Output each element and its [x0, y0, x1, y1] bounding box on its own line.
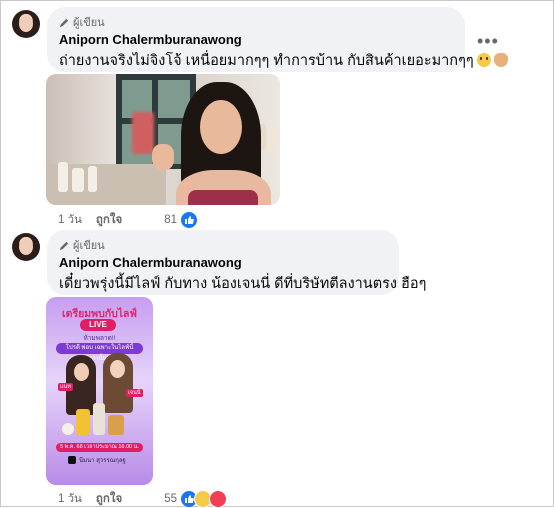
avatar[interactable] — [12, 10, 40, 38]
live-promo-poster[interactable]: เตรียมพบกับไลฟ์ LIVE ห้ามพลาด!! โปรดี พ่… — [46, 297, 153, 485]
comment-text: เดี๋ยวพรุ่งนี้มีไลฟ์ กับทาง น้องเจนนี่ ด… — [59, 276, 427, 292]
comment-author[interactable]: Aniporn Chalermburanawong — [59, 255, 387, 270]
comment-bubble: ผู้เขียน Aniporn Chalermburanawong เดี๋ย… — [47, 230, 427, 295]
love-reaction-icon[interactable] — [209, 490, 227, 508]
poster-subhead: ห้ามพลาด!! — [83, 335, 116, 342]
comment-photo[interactable] — [46, 74, 280, 205]
product-jar — [62, 423, 74, 435]
presenter-tag: แนท — [58, 383, 73, 391]
poster-date: 5 พ.ค. 68 เวลาประมาณ 16.00 น. — [56, 443, 143, 452]
comment-time[interactable]: 1 วัน — [58, 490, 82, 508]
comments-panel: ผู้เขียน Aniporn Chalermburanawong ถ่ายง… — [0, 0, 554, 508]
avatar[interactable] — [12, 233, 40, 261]
live-badge: LIVE — [80, 319, 116, 331]
comment-text-content: ถ่ายงานจริงไม่จิงโจ้ เหนื่อยมากๆๆ ทำการบ… — [59, 53, 474, 69]
smiling-face-icon — [476, 53, 491, 67]
author-role-label: ผู้เขียน — [73, 240, 105, 252]
author-role-label: ผู้เขียน — [73, 17, 105, 29]
reaction-count[interactable]: 81 — [164, 214, 177, 226]
tiktok-channel-name: นีมนา สุวรรณกุลฐ — [79, 458, 126, 464]
like-button[interactable]: ถูกใจ — [96, 211, 122, 229]
pencil-icon — [59, 18, 69, 27]
comment-actions: 1 วัน ถูกใจ 81 — [58, 211, 197, 229]
person-figure — [132, 82, 276, 205]
product-jar — [108, 415, 124, 435]
comment-bubble: ผู้เขียน Aniporn Chalermburanawong ถ่ายง… — [47, 7, 508, 72]
more-options-icon[interactable]: ••• — [477, 31, 499, 52]
tiktok-icon — [68, 456, 76, 464]
reaction-count[interactable]: 55 — [164, 493, 177, 505]
tiktok-channel: นีมนา สุวรรณกุลฐ — [68, 455, 126, 465]
like-button[interactable]: ถูกใจ — [96, 490, 122, 508]
poster-banner: โปรดี พ่อบ เฉพาะในไลฟ์นี้เท่านั้น!! — [56, 343, 143, 362]
folded-hands-icon — [493, 53, 508, 67]
author-role: ผู้เขียน — [59, 15, 453, 29]
comment-time[interactable]: 1 วัน — [58, 211, 82, 229]
product-bottle — [93, 403, 105, 435]
like-reaction-icon[interactable] — [181, 212, 197, 228]
comment-author[interactable]: Aniporn Chalermburanawong — [59, 32, 453, 47]
presenter-tag: เจนนี่ — [126, 389, 143, 397]
pencil-icon — [59, 241, 69, 250]
comment-actions: 1 วัน ถูกใจ 55 — [58, 490, 227, 508]
author-role: ผู้เขียน — [59, 238, 387, 252]
product-bottle — [76, 409, 90, 435]
comment-text: ถ่ายงานจริงไม่จิงโจ้ เหนื่อยมากๆๆ ทำการบ… — [59, 49, 508, 72]
